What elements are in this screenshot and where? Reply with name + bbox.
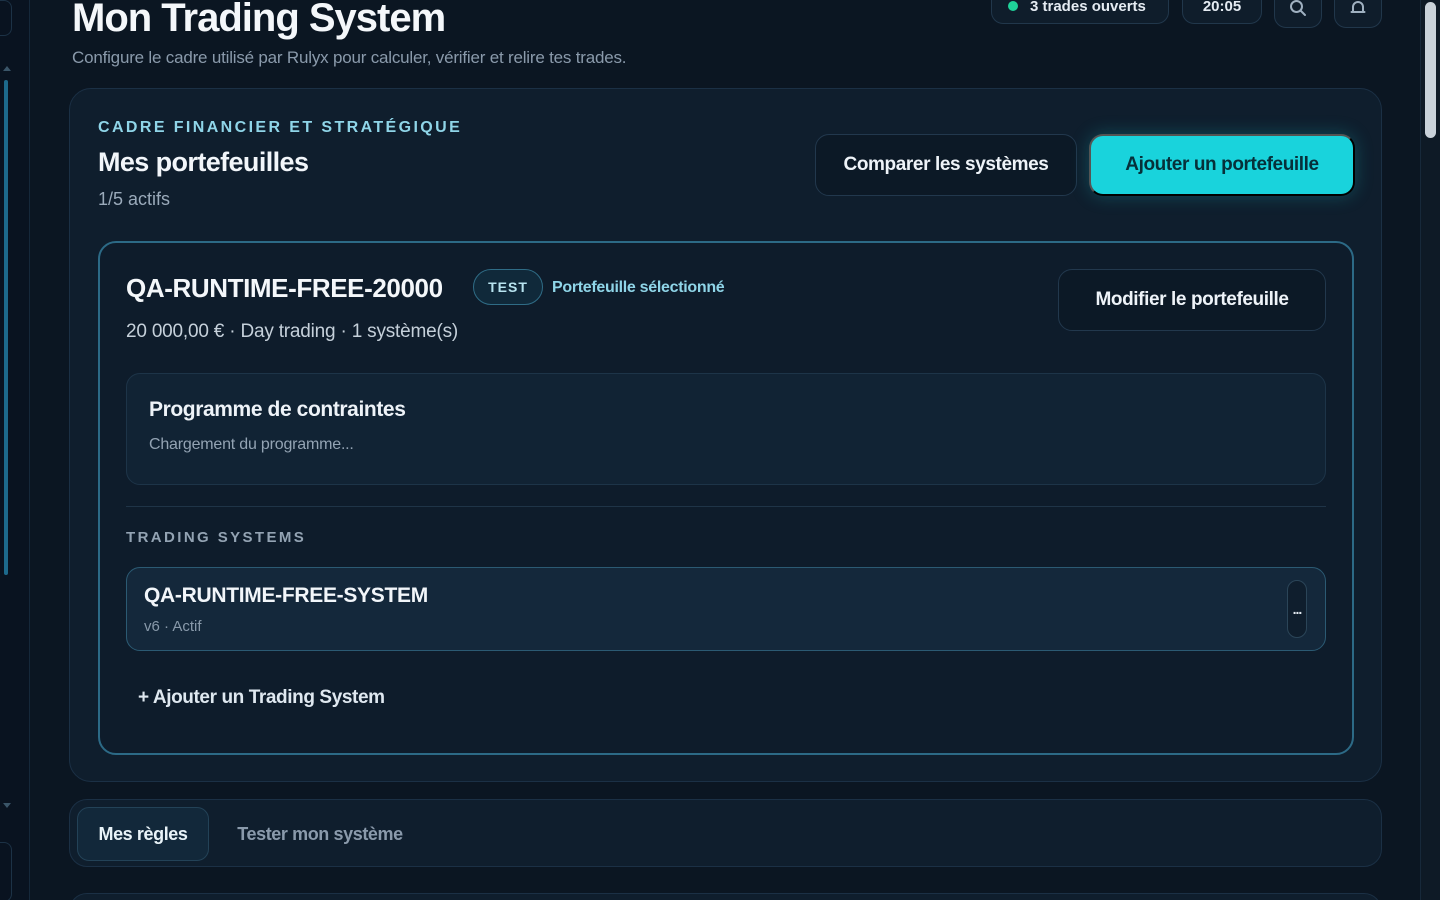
sidebar-edge xyxy=(0,842,12,900)
portfolio-meta: 20 000,00 € · Day trading · 1 système(s) xyxy=(126,321,459,342)
portfolio-card[interactable]: QA-RUNTIME-FREE-20000 TEST Portefeuille … xyxy=(98,241,1354,755)
clock-pill: 20:05 xyxy=(1182,0,1262,24)
more-options-button[interactable]: ... xyxy=(1287,580,1307,638)
open-trades-label: 3 trades ouverts xyxy=(1030,0,1146,15)
tab-my-rules[interactable]: Mes règles xyxy=(77,807,209,861)
sidebar-scroll-up-icon[interactable] xyxy=(3,66,11,71)
constraints-status: Chargement du programme... xyxy=(149,436,354,453)
section-title: Mes portefeuilles xyxy=(98,147,309,177)
page-scrollbar[interactable] xyxy=(1420,0,1440,900)
portfolio-name: QA-RUNTIME-FREE-20000 xyxy=(126,273,443,303)
search-icon xyxy=(1290,0,1306,16)
section-eyebrow: CADRE FINANCIER ET STRATÉGIQUE xyxy=(98,119,463,136)
main-content: Mon Trading System Configure le cadre ut… xyxy=(30,0,1420,900)
trading-system-meta: v6 · Actif xyxy=(144,618,202,635)
sidebar xyxy=(0,0,30,900)
status-dot-icon xyxy=(1008,1,1018,11)
sidebar-scrollbar-thumb[interactable] xyxy=(4,80,8,575)
tab-bar: Mes règles Tester mon système xyxy=(69,799,1382,867)
tab-test-system[interactable]: Tester mon système xyxy=(220,807,420,861)
portfolios-section: CADRE FINANCIER ET STRATÉGIQUE Mes porte… xyxy=(69,88,1382,782)
trading-systems-heading: TRADING SYSTEMS xyxy=(126,529,307,546)
sidebar-scroll-down-icon[interactable] xyxy=(3,803,11,808)
portfolio-badge: TEST xyxy=(473,269,543,305)
constraints-program: Programme de contraintes Chargement du p… xyxy=(126,373,1326,485)
content-card xyxy=(69,893,1382,900)
portfolio-selected-label: Portefeuille sélectionné xyxy=(552,279,725,296)
clock-time: 20:05 xyxy=(1202,0,1242,15)
divider xyxy=(126,506,1326,507)
bell-icon xyxy=(1350,1,1366,13)
search-button[interactable] xyxy=(1274,0,1322,28)
open-trades-pill[interactable]: 3 trades ouverts xyxy=(991,0,1169,24)
notifications-button[interactable] xyxy=(1334,0,1382,28)
page-subtitle: Configure le cadre utilisé par Rulyx pou… xyxy=(72,48,627,67)
edit-portfolio-button[interactable]: Modifier le portefeuille xyxy=(1058,269,1326,331)
sidebar-edge xyxy=(0,0,12,36)
trading-system-name: QA-RUNTIME-FREE-SYSTEM xyxy=(144,584,428,607)
constraints-title: Programme de contraintes xyxy=(149,398,406,421)
portfolio-count: 1/5 actifs xyxy=(98,189,171,209)
page-title: Mon Trading System xyxy=(72,0,446,40)
page-scrollbar-thumb[interactable] xyxy=(1425,2,1436,138)
add-trading-system-link[interactable]: + Ajouter un Trading System xyxy=(138,687,385,709)
add-portfolio-button[interactable]: Ajouter un portefeuille xyxy=(1089,134,1355,196)
trading-system-row[interactable]: QA-RUNTIME-FREE-SYSTEM v6 · Actif ... xyxy=(126,567,1326,651)
compare-systems-button[interactable]: Comparer les systèmes xyxy=(815,134,1077,196)
